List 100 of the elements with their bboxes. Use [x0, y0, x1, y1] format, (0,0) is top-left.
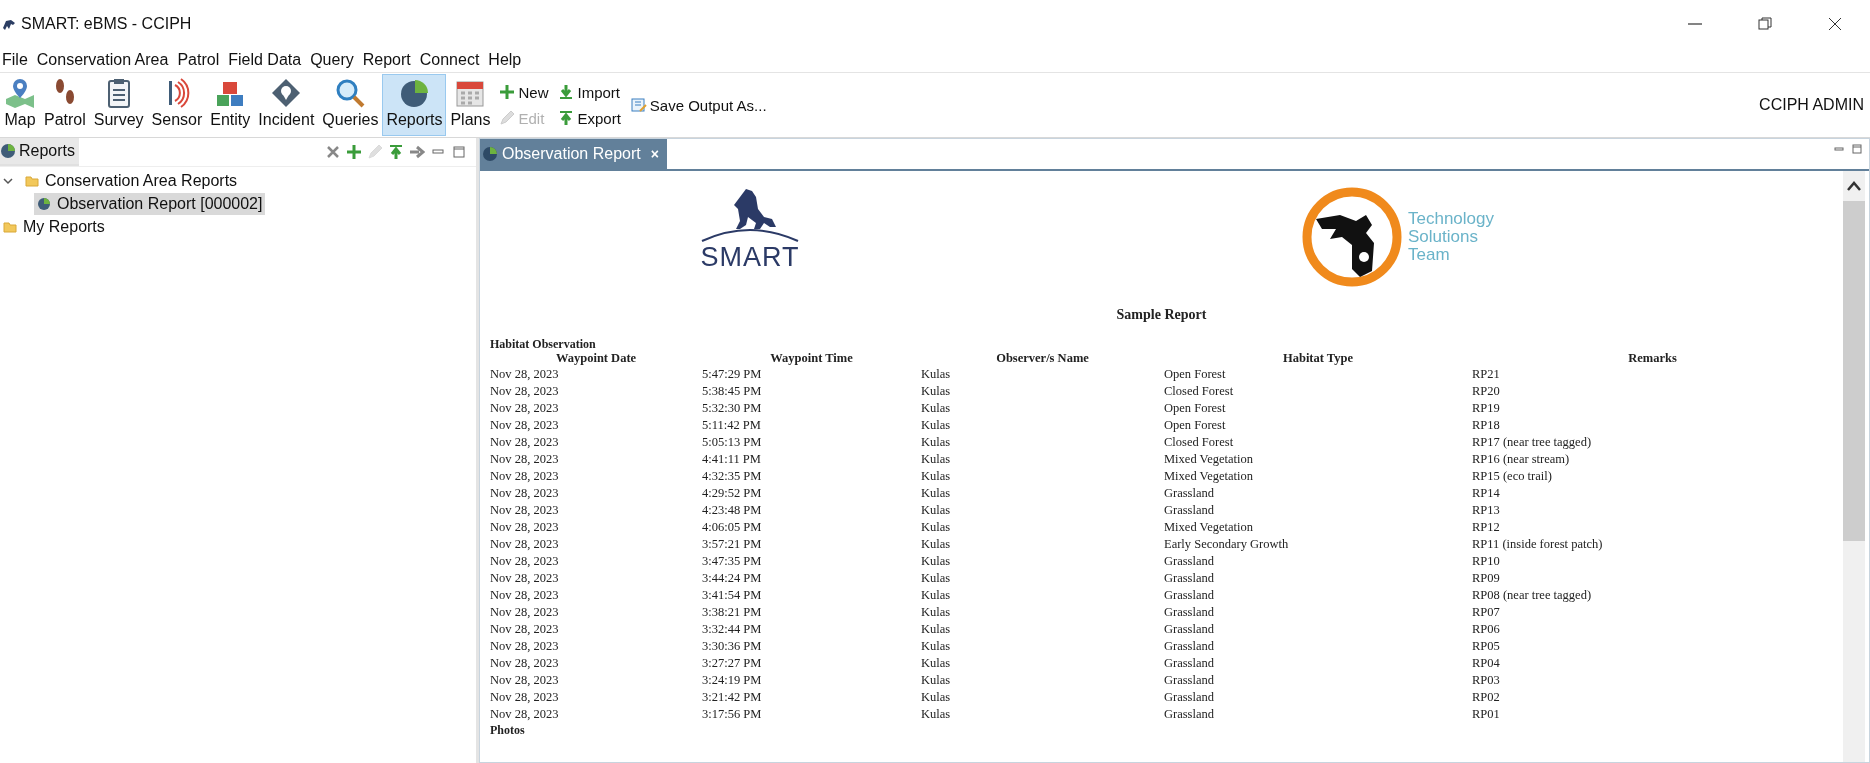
table-cell: Nov 28, 2023: [490, 638, 702, 655]
table-cell: Kulas: [921, 451, 1164, 468]
table-cell: 3:30:36 PM: [702, 638, 921, 655]
logo-text: Technology: [1408, 210, 1494, 228]
table-cell: Nov 28, 2023: [490, 400, 702, 417]
table-cell: Grassland: [1164, 587, 1472, 604]
menu-item[interactable]: Help: [486, 51, 529, 69]
column-header: Waypoint Time: [769, 351, 854, 366]
table-cell: 5:05:13 PM: [702, 434, 921, 451]
table-cell: 4:23:48 PM: [702, 502, 921, 519]
table-cell: Open Forest: [1164, 400, 1472, 417]
table-cell: Closed Forest: [1164, 434, 1472, 451]
tree-item[interactable]: Observation Report [000002]: [34, 192, 266, 215]
table-cell: Kulas: [921, 536, 1164, 553]
add-tool-button[interactable]: [345, 143, 363, 161]
menu-item[interactable]: Field Data: [226, 51, 309, 69]
menu-item[interactable]: Patrol: [175, 51, 227, 69]
table-cell: 5:38:45 PM: [702, 383, 921, 400]
maximize-tool-button[interactable]: [450, 143, 468, 161]
perspective-button[interactable]: Map: [0, 74, 40, 136]
table-cell: Mixed Vegetation: [1164, 451, 1472, 468]
perspective-button[interactable]: Survey: [89, 74, 148, 136]
upload-tool-button[interactable]: [387, 143, 405, 161]
perspective-button[interactable]: Queries: [318, 74, 383, 136]
table-cell: Kulas: [921, 383, 1164, 400]
table-cell: Kulas: [921, 417, 1164, 434]
table-cell: Grassland: [1164, 655, 1472, 672]
scrollbar[interactable]: [1843, 171, 1865, 762]
table-cell: Nov 28, 2023: [490, 587, 702, 604]
folder-icon: [25, 174, 39, 187]
section-heading: Photos: [490, 723, 526, 737]
table-cell: 4:06:05 PM: [702, 519, 921, 536]
perspective-button[interactable]: Reports: [382, 74, 447, 136]
menu-item[interactable]: Connect: [417, 51, 487, 69]
table-cell: Closed Forest: [1164, 383, 1472, 400]
table-cell: Grassland: [1164, 604, 1472, 621]
pie-chart-icon: [0, 143, 16, 159]
table-cell: Mixed Vegetation: [1164, 468, 1472, 485]
menu-item[interactable]: Report: [360, 51, 418, 69]
map-pin-icon: [4, 77, 36, 109]
table-cell: Kulas: [921, 366, 1164, 383]
table-cell-text: RP04: [1472, 655, 1501, 672]
table-cell: Nov 28, 2023: [490, 621, 702, 638]
table-cell-text: RP18: [1472, 417, 1501, 434]
logo-text: SMART: [700, 243, 800, 271]
action-button[interactable]: New: [498, 79, 550, 105]
table-cell-text: RP14: [1472, 485, 1501, 502]
table-cell-text: RP16 (near stream): [1472, 451, 1571, 468]
table-cell: 3:47:35 PM: [702, 553, 921, 570]
editor-tab[interactable]: Observation Report ×: [480, 139, 667, 169]
menu-item[interactable]: File: [0, 51, 35, 69]
tree-item[interactable]: Conservation Area Reports: [22, 169, 241, 192]
action-button[interactable]: Save Output As...: [629, 79, 768, 131]
close-tab-button[interactable]: ×: [650, 146, 659, 162]
table-cell: Nov 28, 2023: [490, 468, 702, 485]
perspective-button[interactable]: Plans: [446, 74, 495, 136]
table-cell: Kulas: [921, 519, 1164, 536]
table-cell: Grassland: [1164, 672, 1472, 689]
upload-arrow-icon: [388, 144, 404, 160]
menu-item[interactable]: Query: [308, 51, 361, 69]
maximize-icon: [451, 144, 467, 160]
table-cell: Kulas: [921, 502, 1164, 519]
perspective-button[interactable]: Patrol: [40, 74, 90, 136]
close-icon: [1827, 16, 1843, 32]
column-header: Waypoint Date: [554, 351, 638, 366]
table-cell-text: RP07: [1472, 604, 1501, 621]
table-cell-text: RP13: [1472, 502, 1501, 519]
table-cell-text: RP06: [1472, 621, 1501, 638]
forward-tool-button[interactable]: [408, 143, 426, 161]
action-button[interactable]: Import: [557, 79, 622, 105]
tree-item[interactable]: My Reports: [0, 215, 108, 238]
table-cell-text: RP02: [1472, 689, 1501, 706]
table-cell: Nov 28, 2023: [490, 706, 702, 723]
table-cell: Nov 28, 2023: [490, 417, 702, 434]
minimize-icon: [1688, 23, 1702, 25]
table-cell: Grassland: [1164, 689, 1472, 706]
menu-item[interactable]: Conservation Area: [34, 51, 176, 69]
perspective-button[interactable]: Sensor: [147, 74, 207, 136]
table-cell: Open Forest: [1164, 417, 1472, 434]
table-cell: Nov 28, 2023: [490, 519, 702, 536]
maximize-icon[interactable]: [1851, 143, 1863, 155]
table-cell-text: RP10: [1472, 553, 1501, 570]
pencil-icon: [499, 110, 516, 126]
scrollbar-thumb[interactable]: [1843, 201, 1865, 541]
perspective-button[interactable]: Entity: [206, 74, 255, 136]
pie-chart-icon: [482, 146, 498, 162]
table-cell: Nov 28, 2023: [490, 570, 702, 587]
logo-text: Solutions: [1408, 228, 1479, 246]
panel-tab[interactable]: Reports: [0, 138, 80, 166]
folder-icon: [3, 220, 17, 233]
section-heading: Habitat Observation: [490, 337, 597, 351]
table-cell: Grassland: [1164, 502, 1472, 519]
table-cell-text: RP01: [1472, 706, 1501, 723]
table-cell: Nov 28, 2023: [490, 366, 702, 383]
magnifier-icon: [334, 77, 367, 109]
table-cell: Kulas: [921, 604, 1164, 621]
action-button[interactable]: Export: [557, 105, 622, 131]
table-cell: Grassland: [1164, 570, 1472, 587]
table-cell: Kulas: [921, 706, 1164, 723]
perspective-button[interactable]: Incident: [254, 74, 319, 136]
